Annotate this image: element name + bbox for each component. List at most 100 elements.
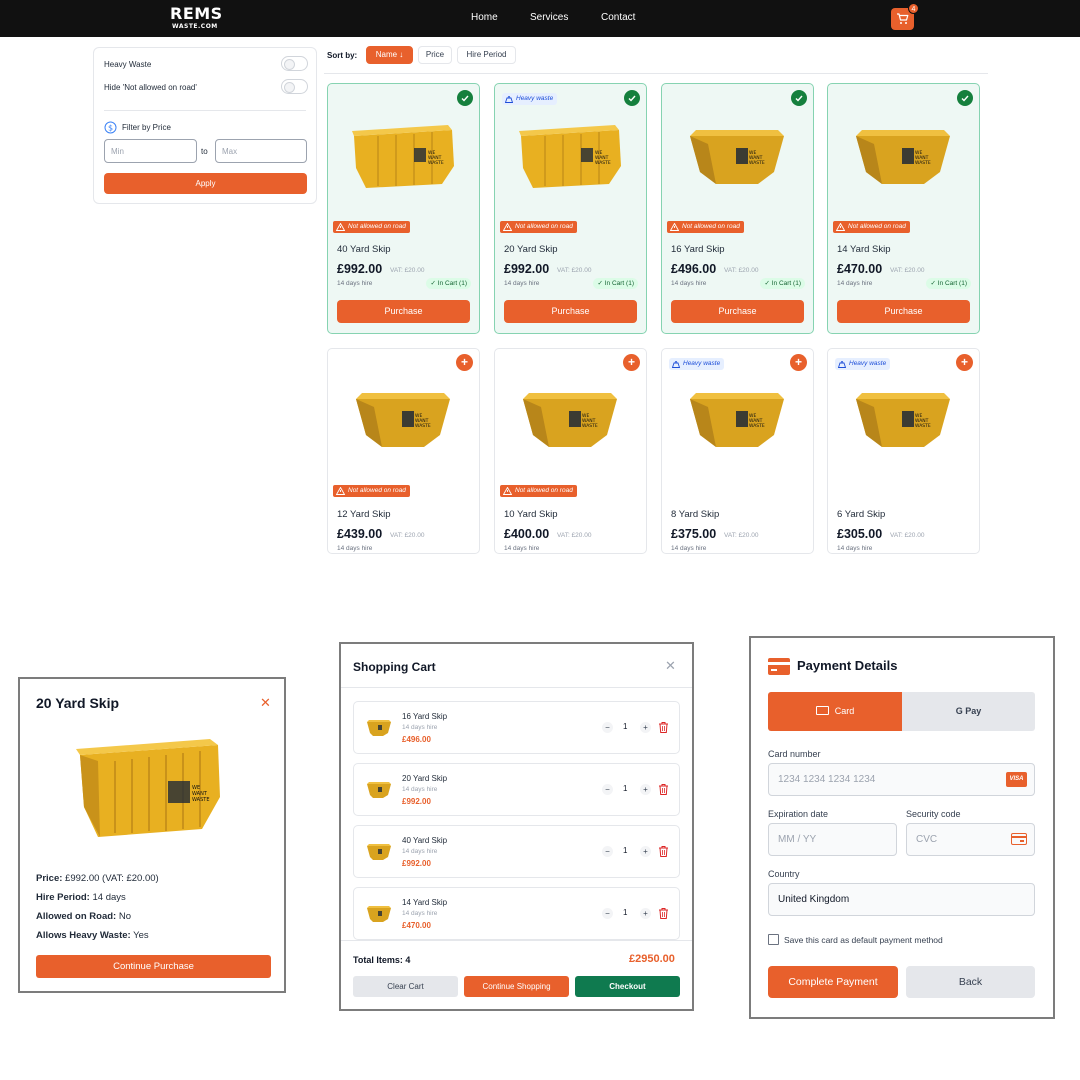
skip-price: £305.00 [837,527,883,541]
nav-link-contact[interactable]: Contact [601,12,635,23]
svg-text:WASTE: WASTE [915,423,931,429]
decrease-quantity-button[interactable]: − [602,846,613,857]
skip-vat: VAT: £20.00 [890,267,925,274]
trash-icon[interactable] [658,907,669,920]
skip-card[interactable]: Heavy waste WE WANT WASTE Not allowed on roa… [494,83,647,334]
close-icon[interactable]: ✕ [665,658,676,674]
skip-name: 8 Yard Skip [671,509,720,520]
warning-icon [670,223,679,231]
purchase-button[interactable]: Purchase [337,300,470,323]
in-cart-badge: ✓ In Cart (1) [926,278,971,289]
in-cart-text: In Cart (1) [771,280,801,287]
sort-hire-period-button[interactable]: Hire Period [457,46,516,64]
hide-not-allowed-toggle[interactable] [281,79,308,94]
card-number-input[interactable]: 1234 1234 1234 1234 [768,763,1035,796]
cart-item-hire: 14 days hire [402,910,438,917]
decrease-quantity-button[interactable]: − [602,784,613,795]
divider [104,110,306,111]
sort-price-button[interactable]: Price [418,46,452,64]
continue-purchase-button[interactable]: Continue Purchase [36,955,271,978]
increase-quantity-button[interactable]: + [640,784,651,795]
nav-link-services[interactable]: Services [530,12,568,23]
purchase-button[interactable]: Purchase [837,300,970,323]
selected-check-icon [457,90,473,106]
shopping-cart-modal: Shopping Cart ✕ 16 Yard Skip 14 days hire… [339,642,694,1011]
quantity-value: 1 [623,722,628,731]
max-price-input[interactable]: Max [215,139,307,163]
decrease-quantity-button[interactable]: − [602,908,613,919]
trash-icon[interactable] [658,783,669,796]
skip-vat: VAT: £20.00 [390,532,425,539]
skip-price: £439.00 [337,527,383,541]
weight-icon [838,360,846,368]
skip-image: WEWANTWASTE [856,393,950,447]
cart-title: Shopping Cart [353,660,436,674]
country-select[interactable]: United Kingdom [768,883,1035,916]
not-allowed-badge: Not allowed on road [667,221,744,233]
svg-text:WASTE: WASTE [915,160,931,166]
tab-gpay[interactable]: G Pay [902,692,1035,731]
skip-price: £375.00 [671,527,717,541]
apply-button[interactable]: Apply [104,173,307,194]
logo-text: REMS [170,4,223,23]
not-allowed-text: Not allowed on road [348,223,406,230]
skip-card[interactable]: + WE WANT WASTE Not allowed on road 10 Yard S… [494,348,647,554]
cart-item-price: £992.00 [402,859,431,868]
min-price-input[interactable]: Min [104,139,197,163]
clear-cart-button[interactable]: Clear Cart [353,976,458,997]
skip-card[interactable]: Heavy waste + WE WANT WASTE 8 Yard Skip £375.0… [661,348,814,554]
cart-item-price: £496.00 [402,735,431,744]
nav-link-home[interactable]: Home [471,12,498,23]
cart-item-name: 16 Yard Skip [402,712,448,721]
skip-detail-modal: 20 Yard Skip ✕ WE WANT WASTE Price: £992… [18,677,286,993]
trash-icon[interactable] [658,721,669,734]
cart-item-hire: 14 days hire [402,786,438,793]
skip-card[interactable]: WE WANT WASTE Not allowed on road 14 Yard Sk… [827,83,980,334]
skip-card[interactable]: + WE WANT WASTE Not allowed on road 12 Yard S… [327,348,480,554]
skip-hire-period: 14 days hire [337,280,373,287]
add-to-cart-button[interactable]: + [623,354,640,371]
logo-subtext: WASTE.COM [172,23,218,30]
decrease-quantity-button[interactable]: − [602,722,613,733]
logo[interactable]: REMS WASTE.COM [170,4,223,31]
increase-quantity-button[interactable]: + [640,908,651,919]
not-allowed-badge: Not allowed on road [333,221,410,233]
credit-card-icon [768,658,790,675]
selected-check-icon [624,90,640,106]
in-cart-badge: ✓ In Cart (1) [593,278,638,289]
sort-name-button[interactable]: Name ↓ [366,46,413,64]
add-to-cart-button[interactable]: + [790,354,807,371]
checkout-button[interactable]: Checkout [575,976,680,997]
close-icon[interactable]: ✕ [260,695,271,711]
skip-card[interactable]: WE WANT WASTE Not allowed on road 16 Yard Sk… [661,83,814,334]
cart-item: 40 Yard Skip 14 days hire £992.00 − 1 + [353,825,680,878]
skip-thumbnail [367,720,391,736]
skip-vat: VAT: £20.00 [724,532,759,539]
expiry-input[interactable]: MM / YY [768,823,897,856]
skip-image: WE WANT WASTE [76,739,220,837]
selected-check-icon [957,90,973,106]
back-button[interactable]: Back [906,966,1035,998]
cvc-label: Security code [906,809,961,819]
tab-card[interactable]: Card [768,692,902,731]
skip-name: 20 Yard Skip [504,244,558,255]
complete-payment-button[interactable]: Complete Payment [768,966,898,998]
increase-quantity-button[interactable]: + [640,722,651,733]
add-to-cart-button[interactable]: + [956,354,973,371]
skip-card[interactable]: Heavy waste + WE WANT WASTE 6 Yard Skip £305.0… [827,348,980,554]
skip-hire-period: 14 days hire [837,545,873,552]
skip-hire-period: 14 days hire [837,280,873,287]
purchase-button[interactable]: Purchase [671,300,804,323]
add-to-cart-button[interactable]: + [456,354,473,371]
increase-quantity-button[interactable]: + [640,846,651,857]
continue-shopping-button[interactable]: Continue Shopping [464,976,569,997]
warning-icon [503,223,512,231]
trash-icon[interactable] [658,845,669,858]
purchase-button[interactable]: Purchase [504,300,637,323]
save-card-checkbox[interactable] [768,934,779,945]
heavy-waste-toggle[interactable] [281,56,308,71]
weight-icon [505,95,513,103]
skip-card[interactable]: WE WANT WASTE Not allowed on road 40 Yard Sk… [327,83,480,334]
top-navbar: REMS WASTE.COM Home Services Contact 4 [0,0,1080,37]
in-cart-text: In Cart (1) [437,280,467,287]
